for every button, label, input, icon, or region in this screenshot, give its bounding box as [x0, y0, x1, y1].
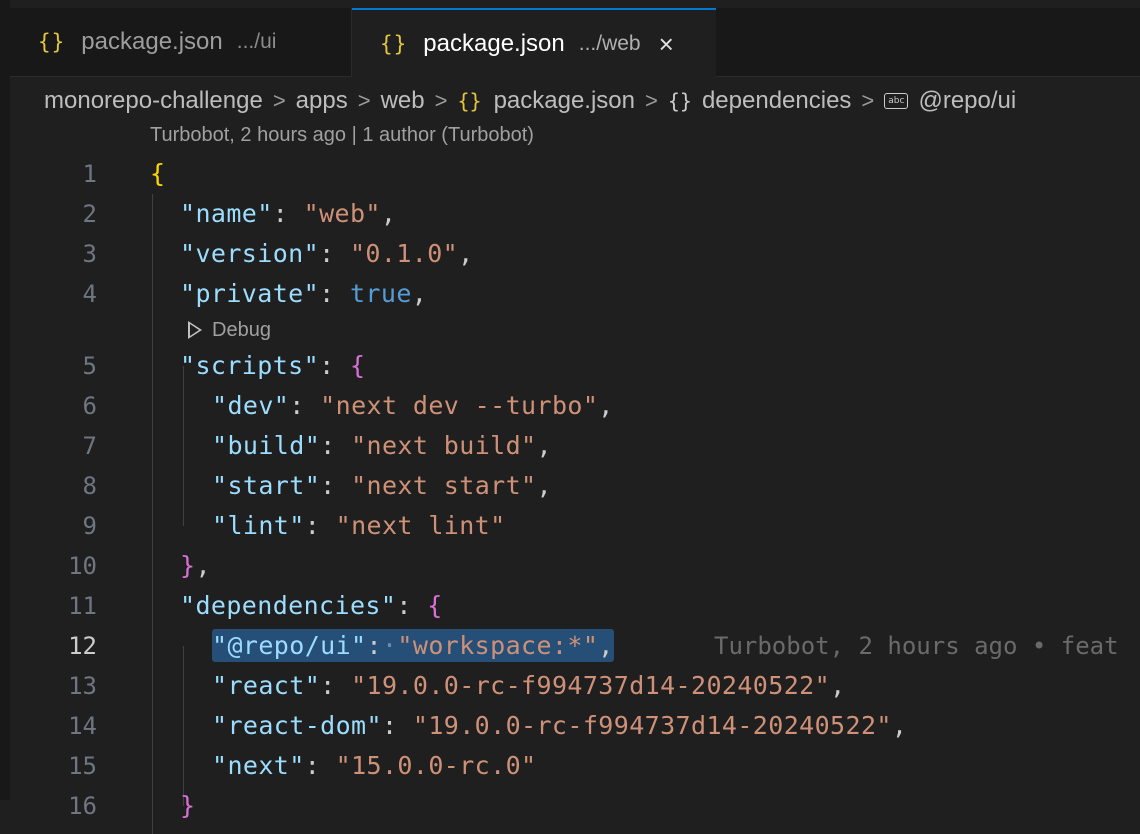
breadcrumb-item-monorepo-challenge[interactable]: monorepo-challenge: [44, 87, 263, 115]
close-icon[interactable]: ×: [659, 31, 674, 57]
debug-codelens[interactable]: Debug: [188, 314, 271, 346]
code-line: 5 "scripts": {: [0, 346, 1140, 386]
line-number: 4: [82, 280, 97, 308]
code-line-active: 12 "@repo/ui":·"workspace:*", Turbobot, …: [0, 626, 1140, 666]
code-line: 16 }: [0, 786, 1140, 826]
object-icon: {}: [667, 89, 692, 113]
json-file-icon: {}: [380, 31, 408, 56]
inline-git-blame[interactable]: Turbobot, 2 hours ago • feat: [714, 626, 1119, 666]
code-line: 15 "next": "15.0.0-rc.0": [0, 746, 1140, 786]
line-number: 14: [68, 712, 97, 740]
line-number: 8: [82, 472, 97, 500]
code-line: 8 "start": "next start",: [0, 466, 1140, 506]
line-number: 15: [68, 752, 97, 780]
code-line: 6 "dev": "next dev --turbo",: [0, 386, 1140, 426]
code-line: 13 "react": "19.0.0-rc-f994737d14-202405…: [0, 666, 1140, 706]
code-line: 14 "react-dom": "19.0.0-rc-f994737d14-20…: [0, 706, 1140, 746]
breadcrumb-item-dependencies[interactable]: dependencies: [702, 87, 851, 115]
chevron-right-icon: >: [645, 88, 658, 113]
chevron-right-icon: >: [861, 88, 875, 113]
play-icon: [188, 321, 202, 339]
tab-description: .../ui: [236, 30, 277, 53]
code-line: 2 "name": "web",: [0, 194, 1140, 234]
debug-codelens-row: Debug: [0, 314, 1140, 346]
chevron-right-icon: >: [272, 88, 286, 113]
tab-label: package.json: [81, 28, 223, 55]
line-number: 6: [82, 392, 97, 420]
line-number: 12: [68, 632, 97, 660]
json-file-icon: {}: [38, 30, 66, 54]
json-file-icon: {}: [457, 89, 482, 113]
breadcrumb: monorepo-challenge > apps > web > {} pac…: [44, 84, 1016, 118]
line-number: 5: [82, 352, 97, 380]
line-number: 9: [82, 512, 97, 540]
breadcrumb-item-repo-ui[interactable]: @repo/ui: [918, 87, 1016, 115]
tab-package-json-ui[interactable]: {} package.json .../ui: [10, 8, 352, 76]
code-line: 4 "private": true,: [0, 274, 1140, 314]
code-line: 3 "version": "0.1.0",: [0, 234, 1140, 274]
line-number: 11: [68, 592, 97, 620]
tab-bar: {} package.json .../ui {} package.json .…: [10, 8, 1140, 77]
chevron-right-icon: >: [357, 88, 371, 113]
breadcrumb-item-apps[interactable]: apps: [296, 87, 348, 115]
chevron-right-icon: >: [434, 88, 448, 113]
breadcrumb-item-package-json[interactable]: package.json: [494, 87, 635, 115]
code-editor[interactable]: 1 { 2 "name": "web", 3 "version": "0.1.0…: [0, 154, 1140, 834]
code-line: 7 "build": "next build",: [0, 426, 1140, 466]
text-selection: "@repo/ui":·"workspace:*",: [212, 629, 614, 662]
line-number: 2: [82, 200, 97, 228]
code-line: 10 },: [0, 546, 1140, 586]
debug-label: Debug: [212, 319, 271, 341]
tab-label: package.json: [423, 29, 565, 57]
tab-package-json-web[interactable]: {} package.json .../web ×: [352, 8, 716, 77]
string-icon: abc: [884, 93, 909, 109]
tab-description: .../web: [578, 31, 641, 55]
line-number: 1: [82, 160, 97, 188]
line-number: 10: [68, 552, 97, 580]
line-number: 7: [82, 432, 97, 460]
line-number: 16: [68, 792, 97, 820]
line-number: 3: [82, 240, 97, 268]
code-line: 9 "lint": "next lint": [0, 506, 1140, 546]
code-line: 1 {: [0, 154, 1140, 194]
code-line: 11 "dependencies": {: [0, 586, 1140, 626]
git-blame-codelens[interactable]: Turbobot, 2 hours ago | 1 author (Turbob…: [150, 124, 534, 147]
line-number: 13: [68, 672, 97, 700]
breadcrumb-item-web[interactable]: web: [381, 87, 425, 115]
